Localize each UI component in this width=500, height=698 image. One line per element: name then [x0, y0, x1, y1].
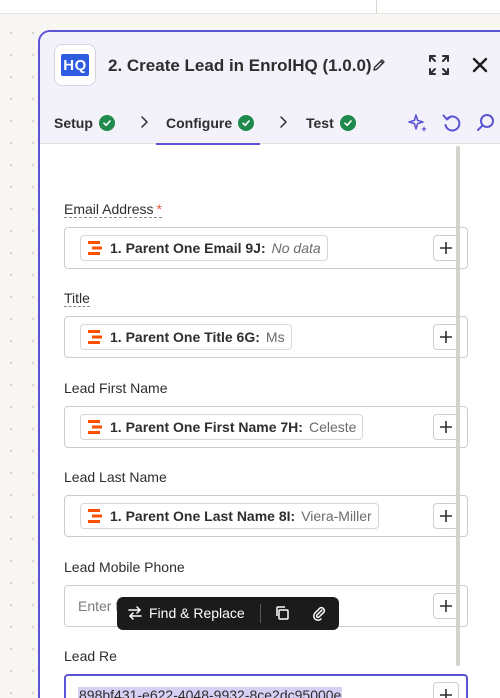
token-value: Viera-Miller [301, 508, 372, 524]
sparkle-icon[interactable] [407, 112, 429, 134]
token-value: Ms [265, 329, 285, 345]
field-lead-last-name: Lead Last Name 1. Parent One Last Name 8… [64, 468, 468, 537]
email-address-input[interactable]: 1. Parent One Email 9J: No data [64, 227, 468, 269]
expand-icon[interactable] [428, 54, 450, 76]
zapier-step-icon [88, 509, 102, 523]
token-step-label: 1. Parent One Last Name 8I: [110, 508, 296, 524]
lead-last-name-input[interactable]: 1. Parent One Last Name 8I: Viera-Miller [64, 495, 468, 537]
field-label: Lead Mobile Phone [64, 559, 185, 575]
field-label: Title [64, 290, 90, 307]
zapier-step-icon [88, 330, 102, 344]
token-value: Celeste [308, 419, 357, 435]
data-token-pill[interactable]: 1. Parent One Last Name 8I: Viera-Miller [80, 503, 379, 529]
plus-icon [440, 689, 452, 698]
pencil-icon[interactable] [371, 57, 387, 73]
field-title: Title 1. Parent One Title 6G: Ms [64, 289, 468, 358]
field-lead-reference: Lead Re 898bf431-e622-4048-9932-8ce2dc95… [64, 647, 468, 698]
tab-setup[interactable]: Setup [54, 102, 115, 144]
chevron-right-icon [141, 116, 148, 128]
top-bar-divider [376, 0, 377, 14]
copy-icon[interactable] [274, 605, 290, 621]
data-token-pill[interactable]: 1. Parent One Title 6G: Ms [80, 324, 292, 350]
toolbar-divider [260, 604, 261, 623]
field-label: Lead First Name [64, 380, 168, 396]
field-email-address: Email Address * 1. Parent One Email 9J: N… [64, 200, 468, 269]
tab-label: Setup [54, 115, 93, 131]
token-step-label: 1. Parent One Title 6G: [110, 329, 260, 345]
input-value[interactable]: 898bf431-e622-4048-9932-8ce2dc95000e [78, 687, 343, 698]
panel-scrollbar[interactable] [456, 146, 460, 666]
canvas-top-bar [0, 0, 500, 14]
swap-arrows-icon[interactable] [127, 605, 143, 621]
required-marker: * [156, 201, 162, 217]
undo-icon[interactable] [441, 112, 463, 134]
data-token-pill[interactable]: 1. Parent One First Name 7H: Celeste [80, 414, 364, 440]
tab-label: Configure [166, 115, 233, 131]
plus-icon [440, 421, 452, 433]
paperclip-icon[interactable] [311, 605, 327, 621]
search-icon[interactable] [475, 112, 497, 134]
tab-configure[interactable]: Configure [155, 102, 261, 145]
title-input[interactable]: 1. Parent One Title 6G: Ms [64, 316, 468, 358]
token-value: No data [271, 240, 321, 256]
plus-icon [440, 510, 452, 522]
tab-label: Test [306, 115, 334, 131]
plus-icon [440, 331, 452, 343]
insert-data-button[interactable] [433, 682, 459, 698]
token-step-label: 1. Parent One Email 9J: [110, 240, 266, 256]
field-label: Lead Re [64, 648, 117, 664]
close-icon[interactable] [471, 56, 489, 74]
find-replace-button[interactable]: Find & Replace [149, 605, 245, 621]
panel-header: HQ 2. Create Lead in EnrolHQ (1.0.0) [40, 32, 500, 102]
plus-icon [440, 242, 452, 254]
enrolhq-logo: HQ [61, 54, 89, 76]
check-circle-icon [339, 115, 356, 131]
zapier-step-icon [88, 241, 102, 255]
zapier-step-icon [88, 420, 102, 434]
data-token-pill[interactable]: 1. Parent One Email 9J: No data [80, 235, 328, 261]
token-step-label: 1. Parent One First Name 7H: [110, 419, 303, 435]
lead-reference-input[interactable]: 898bf431-e622-4048-9932-8ce2dc95000e [64, 674, 468, 698]
field-lead-first-name: Lead First Name 1. Parent One First Name… [64, 379, 468, 448]
check-circle-icon [98, 115, 115, 131]
field-label: Email Address * [64, 201, 162, 218]
field-label: Lead Last Name [64, 469, 167, 485]
check-circle-icon [238, 115, 255, 131]
tab-test[interactable]: Test [306, 102, 356, 144]
text-selection-toolbar: Find & Replace [117, 597, 339, 630]
step-tabs: Setup Configure Test [40, 102, 500, 145]
step-title[interactable]: 2. Create Lead in EnrolHQ (1.0.0) [108, 56, 372, 76]
plus-icon [440, 600, 452, 612]
app-logo: HQ [54, 44, 96, 86]
lead-first-name-input[interactable]: 1. Parent One First Name 7H: Celeste [64, 406, 468, 448]
chevron-right-icon [280, 116, 287, 128]
